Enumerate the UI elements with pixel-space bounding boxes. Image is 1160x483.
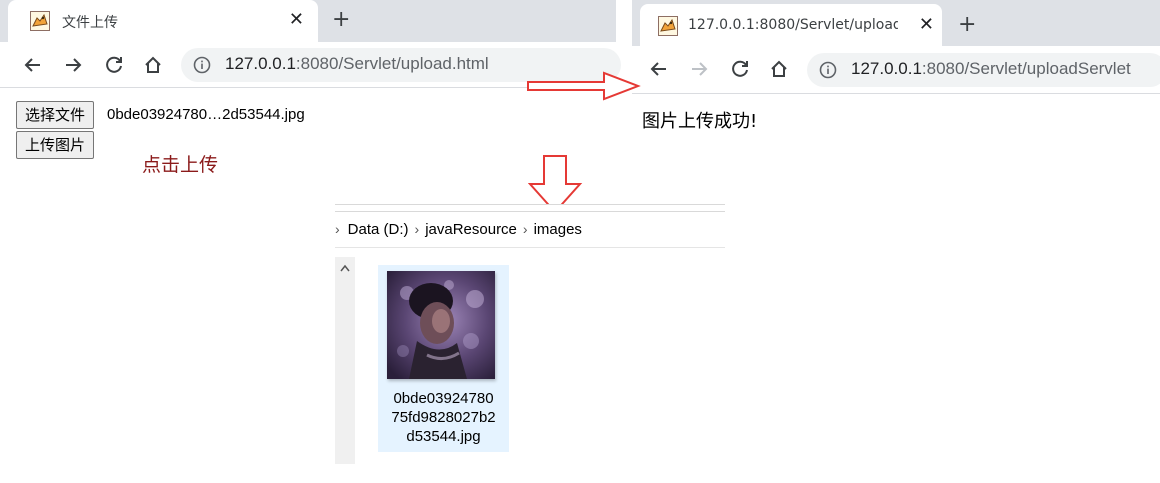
reload-icon[interactable]: [729, 58, 751, 80]
scrollbar[interactable]: [335, 257, 355, 464]
chevron-right-icon[interactable]: ›: [523, 221, 528, 237]
url-text[interactable]: 127.0.0.1:8080/Servlet/uploadServlet: [851, 59, 1131, 79]
tab-strip: 文件上传 ✕ +: [0, 0, 616, 42]
forward-arrow-icon[interactable]: [688, 58, 710, 80]
chevron-right-icon[interactable]: ›: [335, 221, 340, 237]
info-icon[interactable]: [193, 56, 211, 74]
result-page-browser: 127.0.0.1:8080/Servlet/uploadS ✕ + 127.0…: [632, 0, 1160, 94]
browser-toolbar: 127.0.0.1:8080/Servlet/uploadServlet: [632, 46, 1160, 94]
chosen-file-name: 0bde03924780…2d53544.jpg: [107, 106, 305, 123]
address-bar[interactable]: 127.0.0.1:8080/Servlet/uploadServlet: [807, 53, 1160, 87]
tab-upload-page[interactable]: 文件上传 ✕: [8, 0, 318, 42]
file-name-line: 0bde03924780: [393, 390, 494, 407]
red-outline-arrow-icon: [527, 71, 641, 101]
tomcat-favicon-icon: [30, 11, 50, 31]
browser-toolbar: 127.0.0.1:8080/Servlet/upload.html: [0, 42, 621, 88]
divider: [335, 204, 725, 205]
forward-arrow-icon[interactable]: [62, 54, 84, 76]
choose-file-button[interactable]: 选择文件: [16, 101, 95, 129]
breadcrumb-item-images[interactable]: images: [534, 221, 582, 238]
url-text[interactable]: 127.0.0.1:8080/Servlet/upload.html: [225, 54, 489, 74]
file-name-label[interactable]: 0bde03924780 75fd9828027b2 d53544.jpg: [378, 389, 509, 446]
chevron-up-icon[interactable]: [339, 263, 351, 273]
close-icon[interactable]: ✕: [289, 9, 304, 31]
file-explorer: › Data (D:) › javaResource › images 0bde…: [335, 204, 725, 464]
home-icon[interactable]: [768, 58, 790, 80]
divider: [335, 247, 725, 248]
close-icon[interactable]: ✕: [919, 14, 934, 36]
plus-icon[interactable]: +: [958, 14, 976, 36]
tomcat-favicon-icon: [658, 16, 678, 36]
breadcrumb-item-drive[interactable]: Data (D:): [348, 221, 409, 238]
upload-success-message: 图片上传成功!: [642, 111, 758, 132]
tab-title: 127.0.0.1:8080/Servlet/uploadS: [688, 17, 898, 33]
file-name-line: 75fd9828027b2: [391, 409, 496, 426]
upload-image-button[interactable]: 上传图片: [16, 131, 95, 159]
info-icon[interactable]: [819, 61, 837, 79]
image-thumbnail[interactable]: [387, 271, 495, 379]
tab-title: 文件上传: [62, 15, 118, 31]
divider: [335, 211, 725, 212]
click-upload-annotation: 点击上传: [142, 154, 219, 176]
tab-strip: 127.0.0.1:8080/Servlet/uploadS ✕ +: [632, 0, 1160, 46]
back-arrow-icon[interactable]: [648, 58, 670, 80]
home-icon[interactable]: [142, 54, 164, 76]
plus-icon[interactable]: +: [332, 9, 350, 31]
chevron-right-icon[interactable]: ›: [415, 221, 420, 237]
file-name-line: d53544.jpg: [406, 428, 481, 445]
upload-page-browser: 文件上传 ✕ + 127.0.0.1:8080/Servlet/upload.h…: [0, 0, 621, 88]
tab-upload-servlet[interactable]: 127.0.0.1:8080/Servlet/uploadS ✕: [640, 4, 942, 46]
breadcrumb-item-javaresource[interactable]: javaResource: [425, 221, 517, 238]
file-item-selected[interactable]: 0bde03924780 75fd9828027b2 d53544.jpg: [378, 265, 509, 452]
reload-icon[interactable]: [103, 54, 125, 76]
back-arrow-icon[interactable]: [22, 54, 44, 76]
breadcrumb: › Data (D:) › javaResource › images: [335, 221, 582, 241]
